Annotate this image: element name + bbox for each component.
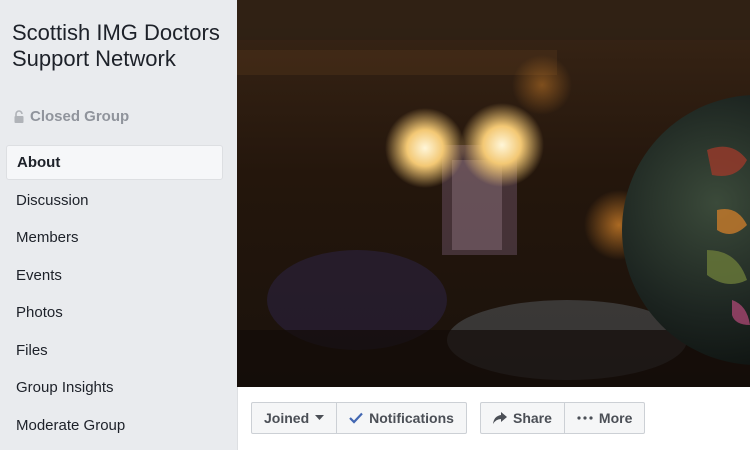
more-button[interactable]: More bbox=[563, 403, 644, 433]
share-more-button-group: Share More bbox=[480, 402, 646, 434]
sidebar-item-photos[interactable]: Photos bbox=[6, 295, 223, 331]
notifications-button[interactable]: Notifications bbox=[336, 403, 466, 433]
notifications-label: Notifications bbox=[369, 410, 454, 426]
checkmark-icon bbox=[349, 412, 363, 424]
sidebar-item-discussion[interactable]: Discussion bbox=[6, 182, 223, 218]
sidebar-item-about[interactable]: About bbox=[6, 145, 223, 180]
share-arrow-icon bbox=[493, 412, 507, 424]
joined-button[interactable]: Joined bbox=[252, 403, 336, 433]
group-name[interactable]: Scottish IMG Doctors Support Network bbox=[12, 20, 227, 72]
sidebar-item-members[interactable]: Members bbox=[6, 220, 223, 256]
sidebar-item-moderate-group[interactable]: Moderate Group bbox=[6, 408, 223, 444]
more-label: More bbox=[598, 410, 633, 426]
sidebar-item-files[interactable]: Files bbox=[6, 332, 223, 368]
lock-icon bbox=[13, 109, 25, 124]
sidebar-item-group-insights[interactable]: Group Insights bbox=[6, 370, 223, 406]
ellipsis-icon bbox=[577, 416, 593, 420]
sidebar-item-events[interactable]: Events bbox=[6, 257, 223, 293]
caret-down-icon bbox=[315, 415, 325, 421]
group-action-bar: Joined Notifications Share More bbox=[237, 387, 750, 450]
membership-button-group: Joined Notifications bbox=[251, 402, 467, 434]
group-sidebar: Scottish IMG Doctors Support Network Clo… bbox=[0, 0, 237, 450]
joined-label: Joined bbox=[264, 410, 310, 426]
group-nav: About Discussion Members Events Photos F… bbox=[6, 145, 223, 445]
share-label: Share bbox=[513, 410, 552, 426]
cover-photo[interactable] bbox=[237, 0, 750, 387]
privacy-label: Closed Group bbox=[30, 108, 130, 125]
share-button[interactable]: Share bbox=[481, 403, 564, 433]
group-privacy: Closed Group bbox=[13, 108, 129, 125]
